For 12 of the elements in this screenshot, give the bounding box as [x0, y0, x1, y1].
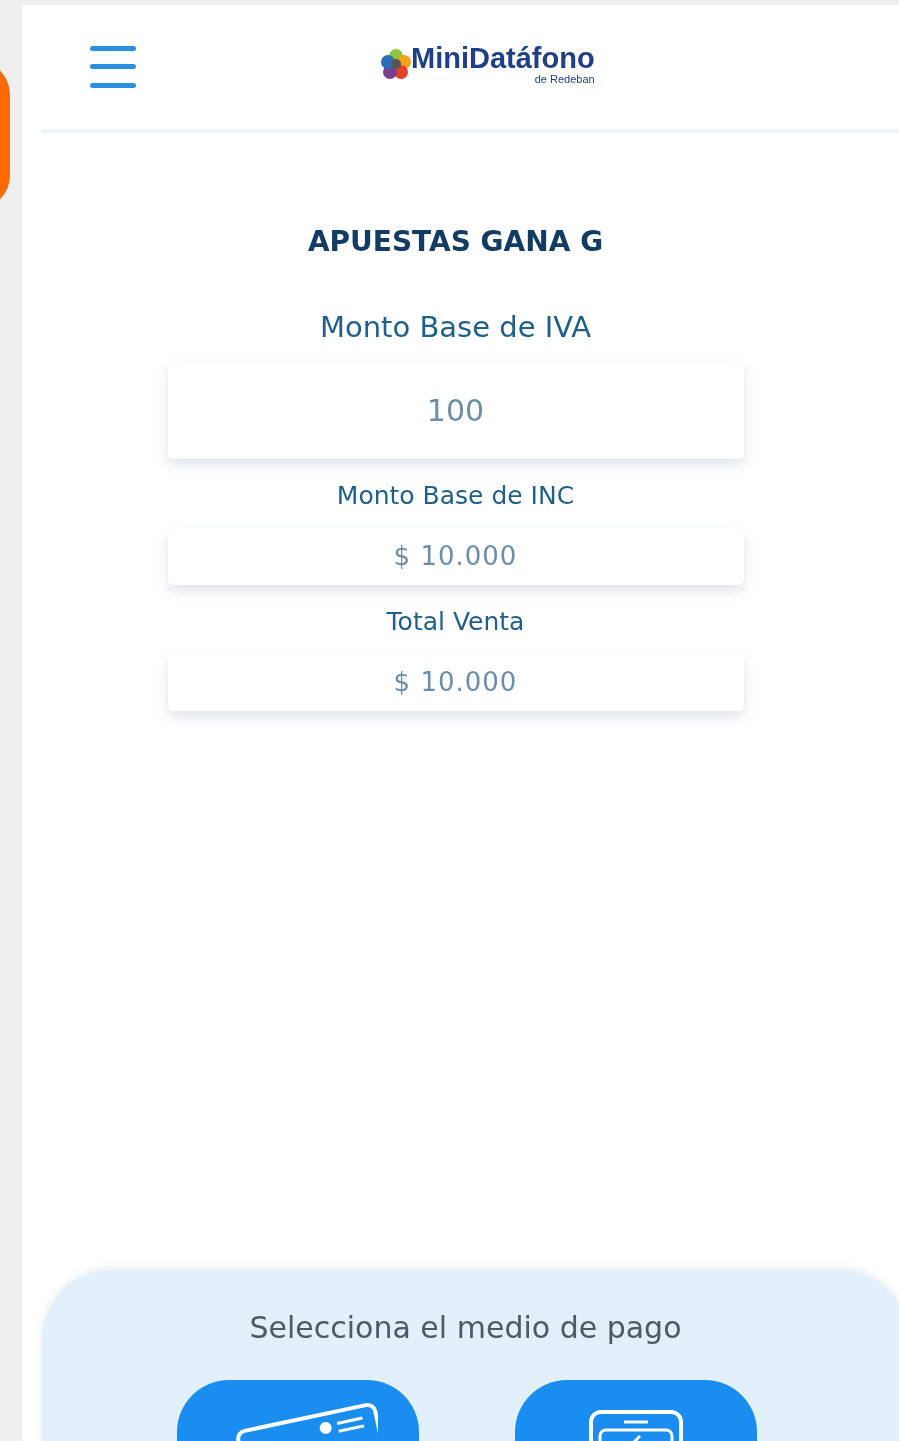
- amount-field[interactable]: 100: [167, 362, 744, 459]
- amount-field[interactable]: $ 10.000: [167, 654, 744, 711]
- field-label: Monto Base de IVA: [319, 310, 592, 344]
- merchant-name: APUESTAS GANA G: [307, 225, 604, 258]
- field-label: Monto Base de INC: [336, 481, 575, 510]
- flower-logo-icon: [381, 48, 411, 80]
- amount-field[interactable]: $ 10.000: [167, 528, 744, 585]
- logo-subtitle: de Redeban: [534, 72, 595, 85]
- menu-icon[interactable]: [90, 46, 136, 88]
- panel-title: Selecciona el medio de pago: [249, 1310, 682, 1345]
- field-label: Total Venta: [386, 607, 525, 636]
- logo-title: MiniDatáfono: [411, 43, 595, 73]
